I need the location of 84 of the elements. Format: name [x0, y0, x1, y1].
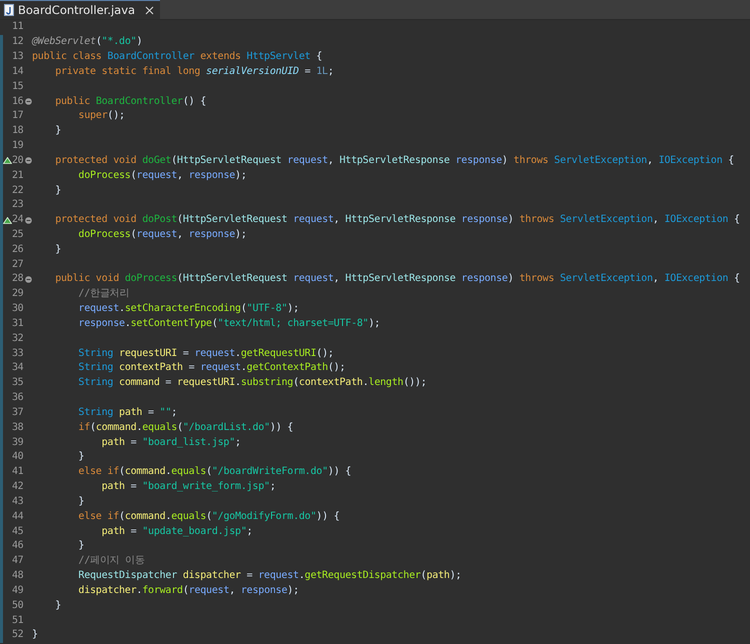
code-line: public class BoardController extends HttpServlet {: [32, 50, 322, 64]
line-number: 39: [12, 436, 24, 450]
line-number: 12: [12, 35, 24, 50]
code-line: else if(command.equals("/goModifyForm.do")) {: [77, 510, 340, 524]
line-number: 52: [12, 628, 24, 642]
line-number: 13: [12, 50, 24, 64]
line-number: 41: [12, 465, 24, 480]
line-number: 23: [12, 198, 24, 212]
code-line: }: [77, 494, 84, 509]
code-line: }: [54, 242, 62, 257]
line-number: 34: [12, 361, 24, 376]
line-number: 40: [12, 450, 24, 464]
line-number: 35: [12, 376, 24, 390]
line-number: 37: [12, 406, 24, 420]
code-line: }: [54, 184, 62, 198]
line-number: 46: [12, 539, 24, 554]
code-line: public BoardController() {: [54, 94, 206, 109]
line-number: 36: [12, 391, 24, 406]
code-line: super();: [77, 109, 125, 124]
line-number: 19: [12, 139, 24, 154]
java-file-icon: [4, 4, 14, 16]
code-line: }: [54, 598, 62, 613]
code-line: private static final long serialVersionUID = 1L;: [54, 64, 334, 79]
file-tab[interactable]: BoardController.java: [0, 0, 160, 19]
code-line: RequestDispatcher dispatcher = request.getRequestDispatcher(path);: [77, 569, 462, 584]
code-line: else if(command.equals("/boardWriteForm.do")) {: [77, 465, 352, 480]
line-number: 17: [12, 109, 24, 124]
code-line: String contextPath = request.getContextPath();: [77, 361, 346, 376]
line-number: 21: [12, 168, 24, 183]
line-number: 29: [12, 287, 24, 302]
code-line: path = "board_list.jsp";: [100, 436, 241, 450]
code-line: protected void doPost(HttpServletRequest request, HttpServletResponse response) throws ServletException, IOException {: [54, 213, 740, 228]
code-line: doProcess(request, response);: [77, 168, 247, 183]
code-line: response.setContentType("text/html; charset=UTF-8");: [77, 316, 380, 331]
line-number: 43: [12, 494, 24, 509]
code-line: String command = requestURI.substring(contextPath.length());: [77, 376, 427, 390]
line-number: 14: [12, 64, 24, 79]
line-number: 45: [12, 524, 24, 539]
line-number: 26: [12, 242, 24, 257]
line-number: 33: [12, 346, 24, 361]
collapse-icon[interactable]: [25, 276, 32, 283]
line-number: 22: [12, 184, 24, 198]
code-line: if(command.equals("/boardList.do")) {: [77, 420, 294, 435]
line-number: 15: [12, 80, 24, 94]
code-line: }: [32, 628, 38, 642]
line-number: 27: [12, 258, 24, 272]
code-line: path = "update_board.jsp";: [100, 524, 252, 539]
code-line: String path = "";: [77, 406, 178, 420]
code-line: @WebServlet("*.do"): [32, 35, 142, 50]
collapse-icon[interactable]: [25, 98, 32, 106]
line-number: 24: [12, 213, 24, 228]
line-number: 11: [12, 20, 24, 34]
line-number: 32: [12, 332, 24, 346]
code-line: path = "board_write_form.jsp";: [100, 480, 276, 494]
collapse-icon[interactable]: [25, 157, 32, 164]
code-line: }: [77, 539, 84, 554]
line-number: 48: [12, 569, 24, 584]
line-number: 47: [12, 554, 24, 568]
code-line: doProcess(request, response);: [77, 228, 247, 242]
tab-label: BoardController.java: [18, 3, 136, 17]
line-number: 20: [12, 154, 24, 168]
line-number: 44: [12, 510, 24, 524]
code-line: }: [54, 124, 62, 138]
line-number: 50: [12, 598, 24, 613]
close-icon[interactable]: [145, 6, 154, 14]
code-line: String requestURI = request.getRequestURI();: [77, 346, 334, 361]
code-line: public void doProcess(HttpServletRequest request, HttpServletResponse response) throws ServletException, IOException {: [54, 272, 740, 286]
code-line: //페이지 이동: [77, 554, 145, 568]
line-number: 25: [12, 228, 24, 242]
line-number: 42: [12, 480, 24, 494]
code-line: //한글처리: [77, 287, 130, 302]
collapse-icon[interactable]: [25, 216, 32, 224]
line-number: 18: [12, 124, 24, 138]
code-line: protected void doGet(HttpServletRequest request, HttpServletResponse response) throws ServletException, IOException {: [54, 154, 734, 168]
line-number: 28: [12, 272, 24, 286]
line-number: 31: [12, 316, 24, 331]
line-number: 38: [12, 420, 24, 435]
code-line: dispatcher.forward(request, response);: [77, 584, 299, 598]
code-line: request.setCharacterEncoding("UTF-8");: [77, 302, 299, 316]
line-number: 49: [12, 584, 24, 598]
line-number: 16: [12, 94, 24, 109]
line-number: 30: [12, 302, 24, 316]
code-line: }: [77, 450, 84, 464]
line-number: 51: [12, 614, 24, 628]
